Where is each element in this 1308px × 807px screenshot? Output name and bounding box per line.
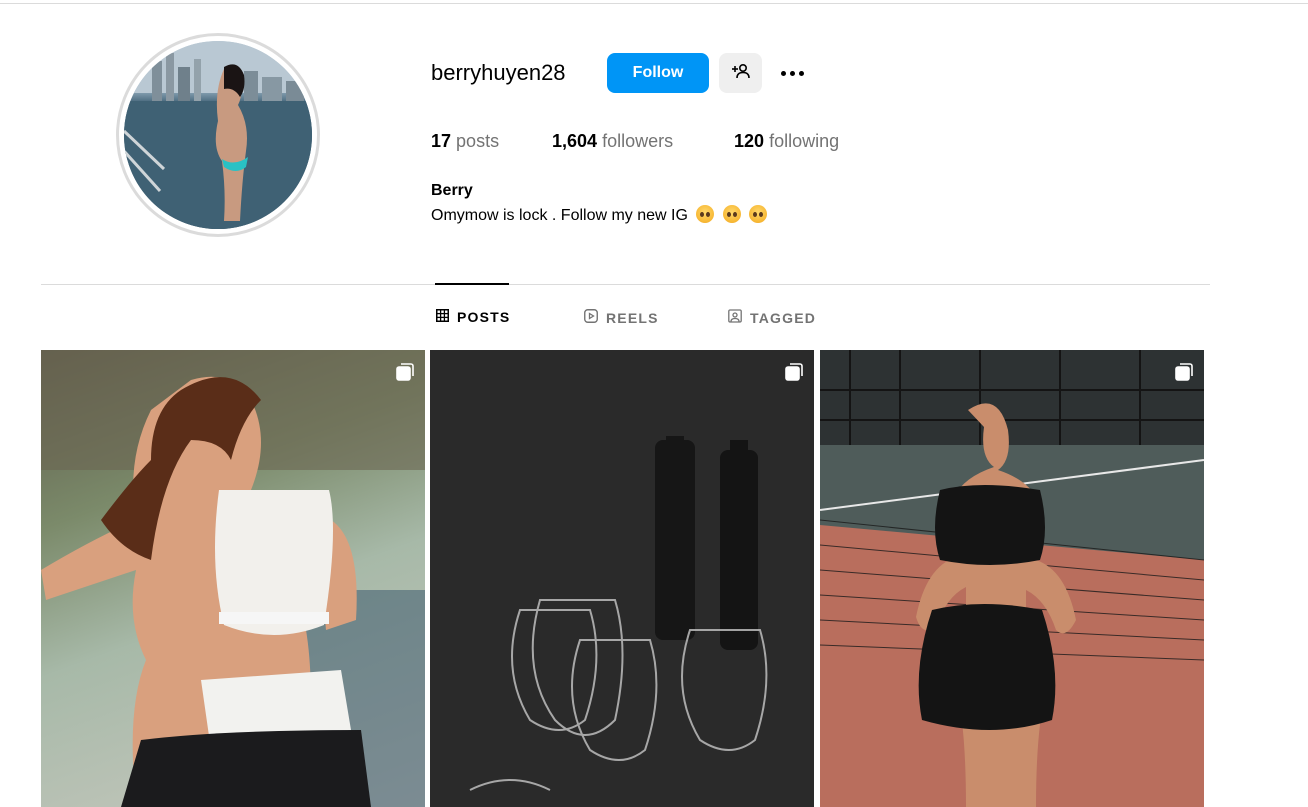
multiple-posts-icon <box>784 362 804 382</box>
pleading-face-emoji-icon <box>722 205 741 223</box>
pleading-face-emoji-icon <box>749 205 768 223</box>
followers-count: 1,604 <box>552 131 598 151</box>
tagged-icon <box>728 309 742 326</box>
active-tab-indicator <box>435 283 509 285</box>
tab-tagged[interactable]: TAGGED <box>728 309 816 326</box>
more-dot-icon <box>780 70 786 76</box>
followers-stat[interactable]: 1,604 followers <box>552 131 673 152</box>
profile-bio: Omymow is lock . Follow my new IG <box>431 205 768 225</box>
post-thumbnail[interactable] <box>430 350 814 807</box>
following-stat[interactable]: 120 following <box>734 131 839 152</box>
tab-posts[interactable]: POSTS <box>436 309 510 325</box>
more-dot-icon <box>789 70 795 76</box>
posts-label: posts <box>456 131 500 151</box>
suggested-accounts-button[interactable] <box>719 53 762 93</box>
following-count: 120 <box>734 131 765 151</box>
pleading-face-emoji-icon <box>696 205 715 223</box>
add-person-icon <box>731 63 751 84</box>
bio-text: Omymow is lock . Follow my new IG <box>431 207 688 224</box>
posts-count: 17 <box>431 131 452 151</box>
tabs-divider <box>41 284 1210 285</box>
post-thumbnail[interactable] <box>820 350 1204 807</box>
top-divider <box>0 3 1308 4</box>
more-options-button[interactable] <box>777 60 807 86</box>
grid-icon <box>436 309 449 325</box>
follow-button[interactable]: Follow <box>607 53 709 93</box>
tab-reels-label: REELS <box>606 309 659 326</box>
more-dot-icon <box>798 70 804 76</box>
following-label: following <box>769 131 840 151</box>
profile-username: berryhuyen28 <box>431 60 566 85</box>
profile-display-name: Berry <box>431 182 473 199</box>
tab-reels[interactable]: REELS <box>584 309 659 326</box>
tab-tagged-label: TAGGED <box>750 309 817 326</box>
reels-icon <box>584 309 598 326</box>
tab-posts-label: POSTS <box>457 309 511 325</box>
multiple-posts-icon <box>1174 362 1194 382</box>
multiple-posts-icon <box>395 362 415 382</box>
profile-avatar[interactable] <box>124 41 312 229</box>
post-thumbnail[interactable] <box>41 350 425 807</box>
posts-count-stat: 17 posts <box>431 131 499 152</box>
followers-label: followers <box>602 131 674 151</box>
